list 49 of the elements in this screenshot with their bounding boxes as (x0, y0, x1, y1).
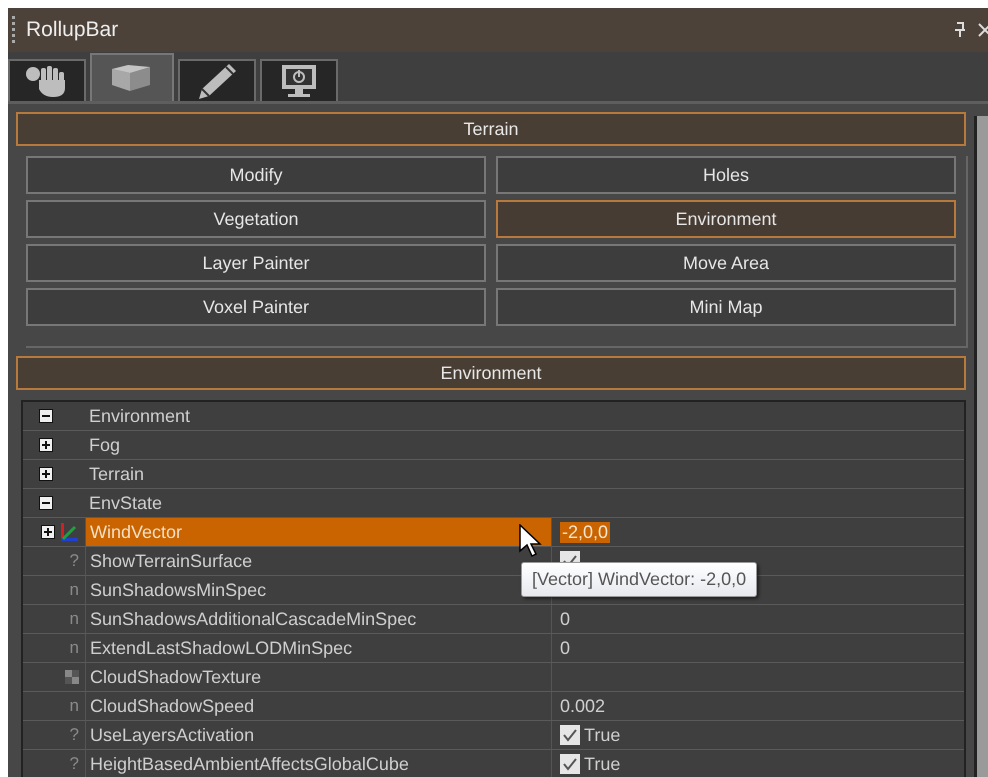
tool-button[interactable]: Holes (496, 156, 956, 194)
window-title: RollupBar (26, 18, 118, 42)
tool-button[interactable]: Modify (26, 156, 486, 194)
property-name[interactable]: CloudShadowTexture (90, 666, 262, 688)
tool-button[interactable]: Vegetation (26, 200, 486, 238)
tab[interactable] (90, 53, 174, 101)
tab[interactable] (260, 59, 338, 101)
property-name[interactable]: CloudShadowSpeed (90, 696, 254, 716)
expand-icon[interactable] (41, 525, 55, 539)
type-icon: n (70, 638, 79, 658)
property-value: 0.002 (560, 696, 606, 716)
property-name[interactable]: SunShadowsAdditionalCascadeMinSpec (90, 608, 416, 630)
cursor-icon (519, 524, 543, 558)
close-icon[interactable] (978, 23, 988, 37)
type-icon: n (70, 609, 79, 629)
panel-header[interactable]: Terrain (16, 112, 966, 146)
type-icon: ? (70, 551, 79, 571)
type-icon: n (70, 580, 79, 600)
tool-button[interactable]: Mini Map (496, 288, 956, 326)
type-icon: ? (70, 725, 79, 745)
axes-icon (59, 521, 79, 543)
property-name[interactable]: ShowTerrainSurface (90, 550, 252, 572)
property-value: True (584, 754, 620, 774)
tool-button[interactable]: Layer Painter (26, 244, 486, 282)
expand-icon[interactable] (39, 438, 53, 452)
property-value: -2,0,0 (560, 522, 610, 542)
collapse-icon[interactable] (39, 409, 53, 423)
property-value: 0 (560, 608, 570, 630)
property-value: 0 (560, 638, 570, 658)
property-name[interactable]: UseLayersActivation (90, 724, 254, 746)
tab[interactable] (178, 59, 256, 101)
property-name[interactable]: SunShadowsMinSpec (90, 580, 266, 600)
tool-button[interactable]: Voxel Painter (26, 288, 486, 326)
property-name[interactable]: HeightBasedAmbientAffectsGlobalCube (90, 754, 409, 774)
grip-icon[interactable] (12, 15, 16, 45)
type-icon: ? (70, 754, 79, 774)
panel-header[interactable]: Environment (16, 356, 966, 390)
property-name[interactable]: ExtendLastShadowLODMinSpec (90, 638, 352, 658)
tool-button[interactable]: Environment (496, 200, 956, 238)
texture-icon (65, 670, 79, 684)
type-icon: n (70, 696, 79, 716)
monitor-icon (279, 63, 319, 99)
tab[interactable] (8, 59, 86, 101)
tooltip: [Vector] WindVector: -2,0,0 (521, 562, 758, 597)
expand-icon[interactable] (39, 467, 53, 481)
tool-button[interactable]: Move Area (496, 244, 956, 282)
pin-icon[interactable] (954, 22, 966, 38)
collapse-icon[interactable] (39, 496, 53, 510)
property-value: True (584, 724, 620, 746)
